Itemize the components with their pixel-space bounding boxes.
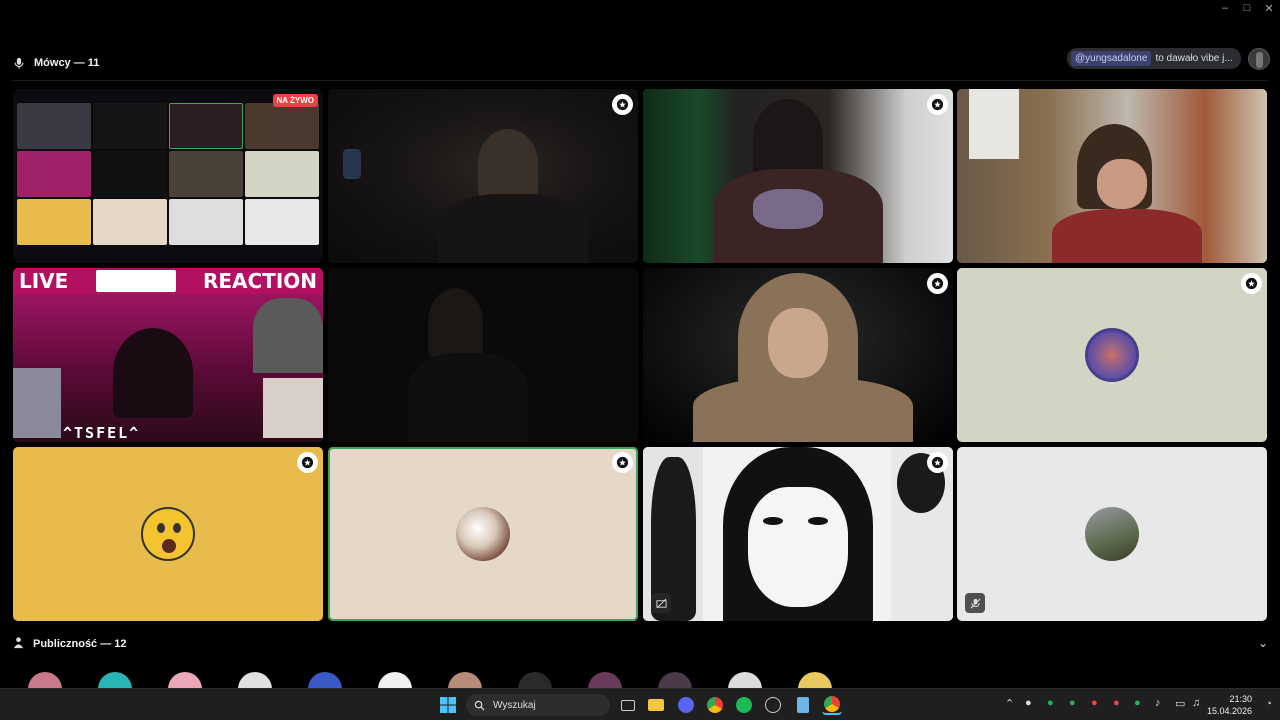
video-tile-green-room[interactable] [643, 89, 953, 263]
stream-preview-grid [17, 103, 319, 245]
file-explorer-icon[interactable] [646, 695, 666, 715]
video-tile-curly-headset[interactable] [957, 89, 1267, 263]
volume-icon[interactable]: ♫ [1192, 697, 1200, 709]
tray-app-icon[interactable]: ● [1069, 697, 1076, 709]
reaction-text: REACTION [202, 269, 317, 293]
moderator-badge [612, 94, 633, 115]
speakers-label: Mówcy — 11 [34, 57, 100, 69]
tray-app-icon[interactable]: ● [1025, 697, 1032, 709]
avatar-tile-beige[interactable] [328, 447, 638, 621]
audience-label: Publiczność — 12 [33, 638, 127, 650]
discord-icon[interactable] [676, 695, 696, 715]
search-placeholder: Wyszukaj [493, 699, 536, 711]
audience-header[interactable]: Publiczność — 12 [12, 636, 127, 652]
microphone-icon [12, 56, 26, 70]
network-icon[interactable]: ▭ [1175, 697, 1185, 710]
user-avatar [456, 507, 510, 561]
moderator-badge [927, 273, 948, 294]
video-tile-dark-room[interactable] [328, 268, 638, 442]
tray-app-icon[interactable]: ● [1091, 697, 1098, 709]
chrome-active-icon[interactable] [822, 695, 842, 715]
divider [12, 80, 1268, 81]
notepad-icon[interactable] [793, 695, 813, 715]
user-avatar [1085, 507, 1139, 561]
speakers-header: Mówcy — 11 [12, 56, 99, 70]
chat-message-preview: to dawało vibe j... [1155, 53, 1233, 64]
microphone-icon[interactable]: ♪ [1155, 697, 1161, 709]
video-tile-reaction-stream[interactable]: LIVE REACTION ^TSFEL^ [13, 268, 323, 442]
muted-mic-icon [965, 593, 985, 613]
tray-chevron-icon[interactable]: ⌃ [1005, 697, 1014, 710]
video-tile-hoodie[interactable] [643, 268, 953, 442]
clock-date: 15.04.2026 [1206, 706, 1252, 716]
stream-icon [651, 593, 671, 613]
app-icon[interactable] [763, 695, 783, 715]
spotify-icon[interactable] [734, 695, 754, 715]
screen-share-manga[interactable] [643, 447, 953, 621]
stream-caption: ^TSFEL^ [63, 424, 141, 442]
banner-logo [95, 270, 176, 292]
taskbar-clock[interactable]: 21:30 15.04.2026 [1207, 693, 1252, 717]
window-controls: – □ ✕ [1214, 0, 1280, 16]
clock-time: 21:30 [1229, 694, 1252, 704]
audience-icon [12, 636, 25, 652]
notification-bell-icon[interactable]: ◔ [1265, 698, 1272, 710]
user-avatar [1085, 328, 1139, 382]
chevron-down-icon[interactable]: ⌄ [1258, 636, 1268, 650]
reaction-banner: LIVE REACTION [13, 268, 323, 294]
taskbar-search[interactable]: Wyszukaj [466, 694, 610, 716]
stream-tile[interactable]: NA ŻYWO [13, 89, 323, 263]
tray-app-icon[interactable]: ● [1047, 697, 1054, 709]
moderator-badge [927, 94, 948, 115]
moderator-badge [612, 452, 633, 473]
chat-author-avatar[interactable] [1248, 48, 1270, 70]
search-icon [474, 700, 485, 711]
video-tile-dark-man[interactable] [328, 89, 638, 263]
task-view-icon[interactable] [618, 695, 638, 715]
tray-spotify-icon[interactable]: ● [1134, 697, 1141, 709]
chat-notification[interactable]: @yungsadalone to dawało vibe j... [1067, 48, 1241, 69]
close-button[interactable]: ✕ [1258, 0, 1280, 16]
minimize-button[interactable]: – [1214, 0, 1236, 16]
maximize-button[interactable]: □ [1236, 0, 1258, 16]
avatar-tile-yellow[interactable] [13, 447, 323, 621]
avatar-tile-light-gray[interactable] [957, 447, 1267, 621]
user-avatar [141, 507, 195, 561]
windows-taskbar: Wyszukaj ⌃ ● ● ● ● ● ● ♪ ▭ ♫ 21:30 15.04… [0, 688, 1280, 720]
live-text: LIVE [19, 269, 69, 293]
moderator-badge [1241, 273, 1262, 294]
chrome-icon[interactable] [705, 695, 725, 715]
moderator-badge [927, 452, 948, 473]
start-button[interactable] [438, 695, 458, 715]
moderator-badge [297, 452, 318, 473]
user-mention[interactable]: @yungsadalone [1071, 51, 1152, 66]
live-badge: NA ŻYWO [272, 94, 318, 107]
tray-app-icon[interactable]: ● [1113, 697, 1120, 709]
avatar-tile-beige-gray[interactable] [957, 268, 1267, 442]
